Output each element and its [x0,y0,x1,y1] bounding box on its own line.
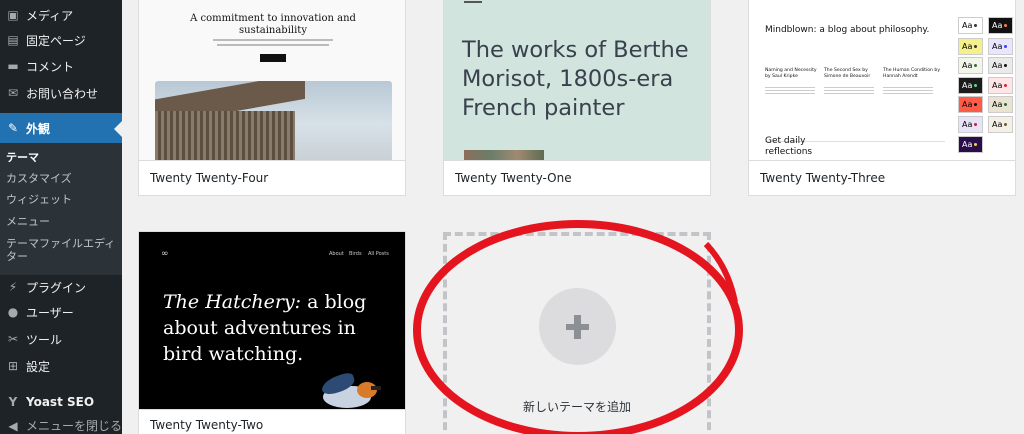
theme-name: Twenty Twenty-Two [139,409,405,434]
submenu-menus[interactable]: メニュー [6,215,50,228]
preview-button [260,54,286,62]
theme-name: Twenty Twenty-Four [139,160,405,195]
preview-site-title [464,1,482,3]
preview-footer-heading: Get daily reflections [765,136,813,157]
style-swatch: Aa [958,57,983,74]
theme-card-twenty-twenty-three[interactable]: Mindblown: a blog about philosophy. Nami… [748,0,1016,196]
menu-label: プラグイン [26,280,87,295]
active-menu-arrow [114,121,122,137]
menu-label: メニューを閉じる [26,419,123,433]
submenu-customize[interactable]: カスタマイズ [6,172,72,185]
preview-text-line [213,39,333,41]
style-swatch: Aa [988,57,1013,74]
preview-nav-link: About [329,251,344,257]
collapse-menu-button[interactable]: ◀ メニューを閉じる [0,417,122,434]
menu-label: ツール [26,332,63,347]
style-swatch: Aa [988,38,1013,55]
preview-post-title: Naming and Necessity by Saul Kripke [765,68,817,79]
preview-painting-image [464,150,544,160]
preview-text-line [217,44,329,46]
submenu-widgets[interactable]: ウィジェット [6,193,72,206]
preview-heading: Mindblown: a blog about philosophy. [765,25,930,35]
appearance-submenu: テーマ カスタマイズ ウィジェット メニュー テーマファイルエディター [0,143,122,275]
menu-label: コメント [26,59,75,74]
menu-label: 設定 [26,359,51,374]
style-swatch: Aa [958,77,983,94]
theme-screenshot: ∞ About Birds All Posts The Hatchery: a … [139,232,405,411]
style-swatch: Aa [988,96,1013,113]
menu-item-comments[interactable]: ▬ コメント [0,56,122,76]
preview-nav-link: All Posts [368,251,389,257]
wrench-icon: ✂ [7,332,19,346]
menu-item-media[interactable]: ▣ メディア [0,5,122,25]
menu-item-yoast[interactable]: Y Yoast SEO [0,392,122,412]
paintbrush-icon: ✎ [7,121,19,135]
preview-post-title: The Human Condition by Hannah Arendt [883,68,941,79]
style-swatch: Aa [958,38,983,55]
yoast-icon: Y [8,395,18,409]
preview-heading: The works of Berthe Morisot, 1800s-era F… [462,37,689,121]
menu-label: 固定ページ [26,33,86,48]
submenu-themes[interactable]: テーマ [6,151,39,164]
menu-item-plugins[interactable]: ⚡ プラグイン [0,277,122,297]
plugin-icon: ⚡ [8,280,18,294]
theme-name: Twenty Twenty-Three [749,160,1015,195]
menu-label: お問い合わせ [26,86,99,101]
theme-card-twenty-twenty-one[interactable]: The works of Berthe Morisot, 1800s-era F… [443,0,711,196]
theme-screenshot: The works of Berthe Morisot, 1800s-era F… [444,0,710,160]
preview-post-excerpt [765,87,815,95]
collapse-icon: ◀ [8,418,18,433]
preview-nav-link: Birds [349,251,362,257]
preview-post-excerpt [824,87,874,95]
style-swatch: Aa [988,17,1013,34]
preview-heading: A commitment to innovation and sustainab… [190,13,356,36]
style-variations-panel: Aa Aa Aa Aa Aa Aa Aa Aa Aa Aa Aa Aa Aa [949,0,1015,160]
menu-label: 外観 [26,121,51,136]
style-swatch: Aa [988,116,1013,133]
comment-icon: ▬ [7,59,19,73]
preview-post-excerpt [883,87,933,95]
menu-label: メディア [26,8,74,23]
red-annotation-circle [413,220,743,434]
theme-card-twenty-twenty-four[interactable]: A commitment to innovation and sustainab… [138,0,406,196]
theme-screenshot: A commitment to innovation and sustainab… [139,0,405,160]
menu-item-tools[interactable]: ✂ ツール [0,329,122,349]
preview-logo: ∞ [161,249,169,259]
media-icon: ▣ [7,8,19,22]
style-swatch: Aa [958,96,983,113]
menu-item-pages[interactable]: ▤ 固定ページ [0,30,122,50]
submenu-theme-editor[interactable]: テーマファイルエディター [6,237,118,263]
preview-post-title: The Second Sex by Simone de Beauvoir [824,68,871,79]
menu-label: ユーザー [26,305,74,320]
menu-item-users[interactable]: ● ユーザー [0,302,122,322]
style-swatch: Aa [988,77,1013,94]
theme-screenshot: Mindblown: a blog about philosophy. Nami… [749,0,1015,160]
preview-bird-illustration [319,370,389,411]
preview-heading-italic: The Hatchery: [163,291,302,313]
style-swatch: Aa [958,136,983,153]
mail-icon: ✉ [7,86,19,100]
menu-item-appearance[interactable]: ✎ 外観 [0,113,122,143]
menu-item-settings[interactable]: ⊞ 設定 [0,356,122,376]
page-icon: ▤ [7,33,19,47]
menu-label: Yoast SEO [26,395,95,409]
admin-sidebar: ▣ メディア ▤ 固定ページ ▬ コメント ✉ お問い合わせ ✎ 外観 テーマ … [0,0,122,434]
theme-card-twenty-twenty-two[interactable]: ∞ About Birds All Posts The Hatchery: a … [138,231,406,434]
settings-icon: ⊞ [7,359,19,373]
style-swatch: Aa [958,17,983,34]
user-icon: ● [7,305,19,319]
style-swatch: Aa [958,116,983,133]
preview-heading: The Hatchery: a blog about adventures in… [163,289,383,367]
preview-building-image [155,81,392,160]
menu-item-contact[interactable]: ✉ お問い合わせ [0,83,122,103]
theme-name: Twenty Twenty-One [444,160,710,195]
